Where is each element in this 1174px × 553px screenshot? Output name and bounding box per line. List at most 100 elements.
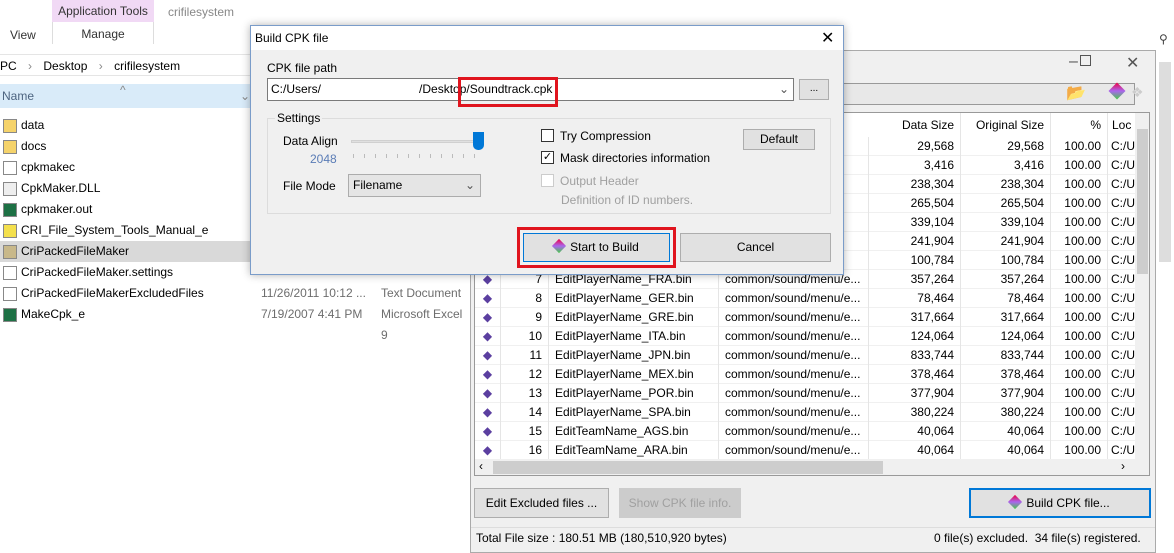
table-row[interactable]: ◆ 13 EditPlayerName_POR.bin common/sound… (475, 384, 1136, 403)
excel-icon (3, 308, 17, 322)
build-cpk-file-button[interactable]: Build CPK file... (969, 488, 1151, 518)
row-number: 14 (501, 403, 549, 422)
build-icon (552, 238, 567, 254)
path-field[interactable] (831, 83, 1135, 105)
percent: 100.00 (1051, 156, 1108, 175)
table-row[interactable]: ◆ 12 EditPlayerName_MEX.bin common/sound… (475, 365, 1136, 384)
table-row[interactable]: ◆ 15 EditTeamName_AGS.bin common/sound/m… (475, 422, 1136, 441)
build-cpk-dialog: Build CPK file ✕ CPK file path C:/Users/… (250, 25, 844, 275)
data-size: 3,416 (869, 156, 961, 175)
original-size: 124,064 (961, 327, 1051, 346)
file-path: common/sound/menu/e... (719, 308, 869, 327)
percent: 100.00 (1051, 403, 1108, 422)
percent: 100.00 (1051, 251, 1108, 270)
data-size: 29,568 (869, 137, 961, 156)
column-header-name[interactable]: Name ^ ⌄ (0, 83, 252, 108)
file-name: EditTeamName_AGS.bin (549, 422, 719, 441)
file-list-item[interactable]: CriPackedFileMaker (0, 241, 252, 262)
original-size: 357,264 (961, 270, 1051, 289)
start-to-build-button[interactable]: Start to Build (523, 233, 670, 262)
diamond-icon[interactable]: ❖ (1131, 84, 1144, 101)
file-name: EditPlayerName_ITA.bin (549, 327, 719, 346)
window-title: crifilesystem (168, 5, 235, 19)
search-icon[interactable]: ⚲ (1159, 32, 1168, 46)
file-path: common/sound/menu/e... (719, 346, 869, 365)
output-header-checkbox (541, 174, 554, 187)
edit-excluded-files-button[interactable]: Edit Excluded files ... (474, 488, 609, 518)
location: C:/U (1108, 327, 1136, 346)
tab-manage[interactable]: Manage (52, 22, 154, 44)
tab-application-tools[interactable]: Application Tools (52, 0, 154, 22)
vertical-scrollbar[interactable] (1135, 113, 1149, 459)
file-date: 11/26/2011 10:12 ... (261, 286, 366, 300)
table-row[interactable]: ◆ 10 EditPlayerName_ITA.bin common/sound… (475, 327, 1136, 346)
file-path: common/sound/menu/e... (719, 441, 869, 460)
mask-directories-checkbox[interactable]: ✓ (541, 151, 554, 164)
data-size: 357,264 (869, 270, 961, 289)
browse-button[interactable]: ... (799, 79, 829, 100)
cancel-button[interactable]: Cancel (680, 233, 831, 262)
location: C:/U (1108, 365, 1136, 384)
table-row[interactable]: ◆ 9 EditPlayerName_GRE.bin common/sound/… (475, 308, 1136, 327)
try-compression-checkbox[interactable] (541, 129, 554, 142)
table-row[interactable]: ◆ 11 EditPlayerName_JPN.bin common/sound… (475, 346, 1136, 365)
breadcrumb-crifilesystem[interactable]: crifilesystem (114, 59, 180, 73)
file-mode-select[interactable]: Filename ⌄ (348, 174, 481, 197)
data-size: 833,744 (869, 346, 961, 365)
scroll-left-icon[interactable]: ‹ (479, 459, 483, 473)
table-row[interactable]: ◆ 8 EditPlayerName_GER.bin common/sound/… (475, 289, 1136, 308)
table-row[interactable]: ◆ 14 EditPlayerName_SPA.bin common/sound… (475, 403, 1136, 422)
slider-ticks (353, 154, 481, 158)
file-list-item[interactable]: MakeCpk_e 7/19/2007 4:41 PM Microsoft Exce… (0, 304, 470, 342)
original-size: 40,064 (961, 422, 1051, 441)
dialog-title: Build CPK file (251, 26, 843, 50)
tab-view[interactable]: View (10, 28, 36, 42)
explorer-scrollbar[interactable] (1159, 62, 1171, 262)
slider-thumb[interactable] (473, 132, 484, 150)
data-align-slider[interactable] (351, 140, 481, 143)
file-name: EditPlayerName_POR.bin (549, 384, 719, 403)
breadcrumb-desktop[interactable]: Desktop (43, 59, 87, 73)
location: C:/U (1108, 270, 1136, 289)
file-icon (3, 266, 17, 280)
scroll-right-icon[interactable]: › (1121, 459, 1125, 473)
file-path: common/sound/menu/e... (719, 365, 869, 384)
table-row[interactable]: ◆ 16 EditTeamName_ARA.bin common/sound/m… (475, 441, 1136, 460)
close-icon[interactable]: ✕ (1126, 53, 1139, 73)
location: C:/U (1108, 137, 1136, 156)
file-name: data (21, 118, 45, 132)
original-size: 78,464 (961, 289, 1051, 308)
try-compression-label: Try Compression (560, 129, 651, 143)
file-list-item[interactable]: CriPackedFileMakerExcludedFiles 11/26/201… (0, 283, 470, 304)
percent: 100.00 (1051, 175, 1108, 194)
file-path: common/sound/menu/e... (719, 422, 869, 441)
audio-file-icon: ◆ (475, 422, 501, 441)
percent: 100.00 (1051, 346, 1108, 365)
minimize-icon[interactable]: – (1069, 53, 1078, 71)
data-align-label: Data Align (283, 134, 338, 148)
audio-file-icon: ◆ (475, 346, 501, 365)
row-number: 9 (501, 308, 549, 327)
column-percent[interactable]: % (1051, 113, 1108, 137)
text-file-icon (3, 287, 17, 301)
data-size: 241,904 (869, 232, 961, 251)
data-size: 339,104 (869, 213, 961, 232)
column-loc[interactable]: Loc (1108, 113, 1136, 137)
open-folder-icon[interactable]: 📂 (1066, 83, 1086, 103)
breadcrumb-pc[interactable]: PC (0, 59, 17, 73)
file-name: MakeCpk_e (21, 307, 86, 321)
file-mode-label: File Mode (283, 179, 336, 193)
location: C:/U (1108, 403, 1136, 422)
column-data-size[interactable]: Data Size (869, 113, 961, 137)
column-original-size[interactable]: Original Size (961, 113, 1051, 137)
row-number: 13 (501, 384, 549, 403)
output-header-label: Output Header (560, 174, 639, 188)
file-name: CriPackedFileMaker.settings (21, 265, 174, 279)
original-size: 40,064 (961, 441, 1051, 460)
close-icon[interactable]: ✕ (821, 28, 834, 48)
percent: 100.00 (1051, 308, 1108, 327)
maximize-icon[interactable] (1080, 55, 1091, 66)
file-name: CriPackedFileMaker (21, 244, 130, 258)
default-button[interactable]: Default (743, 129, 815, 150)
horizontal-scrollbar[interactable]: ‹ › (475, 459, 1149, 475)
